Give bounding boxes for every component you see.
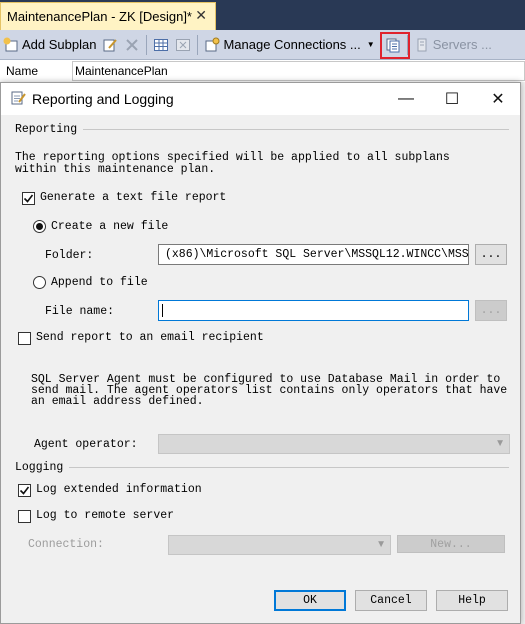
reporting-logging-dialog: Reporting and Logging — ☐ ✕ Reporting Th…	[0, 82, 521, 624]
cancel-button[interactable]: Cancel	[355, 590, 427, 611]
dialog-titlebar: Reporting and Logging — ☐ ✕	[1, 83, 520, 115]
chevron-down-icon: ▼	[495, 438, 505, 449]
send-email-label: Send report to an email recipient	[36, 331, 264, 344]
servers-button[interactable]: Servers ...	[411, 33, 495, 57]
toolbar-separator	[146, 34, 148, 55]
folder-browse-button[interactable]: ...	[475, 244, 507, 265]
reporting-heading: Reporting	[15, 123, 78, 136]
designer-toolbar: Add Subplan Manage Connections ... ▼ Ser…	[0, 30, 525, 60]
name-label: Name	[6, 64, 39, 78]
document-tab[interactable]: MaintenancePlan - ZK [Design]* ✕	[0, 2, 216, 30]
agent-note: SQL Server Agent must be configured to u…	[31, 373, 508, 408]
maximize-button[interactable]: ☐	[429, 83, 475, 115]
document-tab-strip: MaintenancePlan - ZK [Design]* ✕	[0, 0, 525, 30]
logging-heading: Logging	[15, 461, 64, 474]
subplan-schedule-button[interactable]	[150, 33, 172, 57]
remove-schedule-button[interactable]	[172, 33, 194, 57]
edit-subplan-button[interactable]	[99, 33, 121, 57]
plan-name-field[interactable]: MaintenancePlan	[72, 61, 525, 81]
toolbar-separator	[197, 34, 199, 55]
servers-label: Servers ...	[432, 37, 492, 52]
folder-label: Folder:	[45, 249, 94, 262]
minimize-button[interactable]: —	[383, 83, 429, 115]
dialog-title: Reporting and Logging	[32, 91, 174, 107]
append-to-file-label: Append to file	[51, 276, 148, 289]
text-caret	[162, 304, 163, 317]
chevron-down-icon: ▼	[376, 539, 386, 550]
ok-button[interactable]: OK	[274, 590, 346, 611]
add-subplan-label: Add Subplan	[22, 37, 97, 52]
divider	[83, 129, 509, 130]
logging-group-header: Logging	[15, 461, 509, 474]
edit-icon	[102, 37, 118, 53]
file-name-label: File name:	[45, 305, 115, 318]
close-button[interactable]: ✕	[475, 83, 521, 115]
highlight-annotation	[380, 32, 410, 59]
delete-icon	[124, 37, 140, 53]
append-to-file-radio[interactable]	[33, 276, 46, 289]
send-email-checkbox[interactable]	[18, 332, 31, 345]
file-browse-button[interactable]: ...	[475, 300, 507, 321]
grid-icon	[153, 37, 169, 53]
help-button[interactable]: Help	[436, 590, 508, 611]
manage-connections-dropdown[interactable]: ▼	[364, 33, 378, 57]
file-name-input[interactable]	[158, 300, 469, 321]
manage-connections-label: Manage Connections ...	[223, 37, 361, 52]
reporting-description: The reporting options specified will be …	[15, 151, 450, 176]
maximize-icon: ☐	[444, 91, 460, 108]
log-extended-label: Log extended information	[36, 483, 202, 496]
log-extended-checkbox[interactable]	[18, 484, 31, 497]
agent-operator-label: Agent operator:	[34, 438, 138, 451]
generate-report-label: Generate a text file report	[40, 191, 227, 204]
connection-label: Connection:	[28, 538, 104, 551]
radio-selected-dot	[36, 223, 43, 230]
dialog-app-icon	[10, 90, 26, 109]
checkmark-icon	[19, 486, 30, 495]
manage-connections-button[interactable]: Manage Connections ...	[201, 33, 363, 57]
minimize-icon: —	[398, 90, 414, 107]
checkmark-icon	[23, 194, 34, 203]
add-subplan-button[interactable]: Add Subplan	[0, 33, 99, 57]
servers-icon	[414, 37, 430, 53]
agent-operator-select[interactable]: ▼	[158, 434, 510, 454]
chevron-down-icon: ▼	[366, 40, 375, 49]
create-new-file-radio[interactable]	[33, 220, 46, 233]
close-icon: ✕	[491, 91, 505, 108]
create-new-file-label: Create a new file	[51, 220, 169, 233]
log-remote-checkbox[interactable]	[18, 510, 31, 523]
remove-schedule-icon	[175, 37, 191, 53]
folder-input[interactable]: (x86)\Microsoft SQL Server\MSSQL12.WINCC…	[158, 244, 469, 265]
document-tab-title: MaintenancePlan - ZK [Design]*	[7, 9, 192, 24]
generate-report-checkbox[interactable]	[22, 192, 35, 205]
divider	[69, 467, 509, 468]
plan-name-row: Name MaintenancePlan	[0, 60, 525, 82]
log-remote-label: Log to remote server	[36, 509, 175, 522]
delete-subplan-button[interactable]	[121, 33, 143, 57]
reporting-group-header: Reporting	[15, 123, 509, 136]
close-tab-icon[interactable]: ✕	[195, 7, 207, 24]
connection-select[interactable]: ▼	[168, 535, 391, 555]
add-subplan-icon	[3, 37, 19, 53]
new-connection-button[interactable]: New...	[397, 535, 505, 553]
connections-icon	[204, 37, 220, 53]
